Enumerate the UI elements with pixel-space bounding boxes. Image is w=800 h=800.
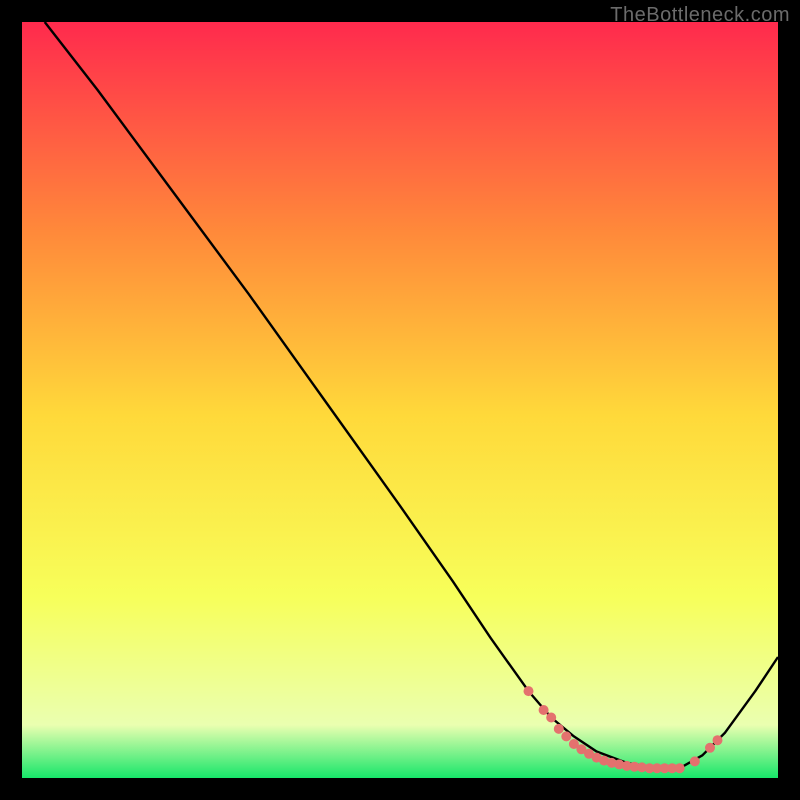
highlight-dot [713, 735, 723, 745]
highlight-dot [539, 705, 549, 715]
watermark-text: TheBottleneck.com [610, 4, 790, 27]
chart-stage: TheBottleneck.com [0, 0, 800, 800]
highlight-dot [705, 743, 715, 753]
highlight-dot [546, 713, 556, 723]
highlight-dot [675, 763, 685, 773]
highlight-dot [561, 731, 571, 741]
highlight-dot [524, 686, 534, 696]
highlight-dot [690, 756, 700, 766]
gradient-background [22, 22, 778, 778]
bottleneck-chart [0, 0, 800, 800]
highlight-dot [554, 724, 564, 734]
